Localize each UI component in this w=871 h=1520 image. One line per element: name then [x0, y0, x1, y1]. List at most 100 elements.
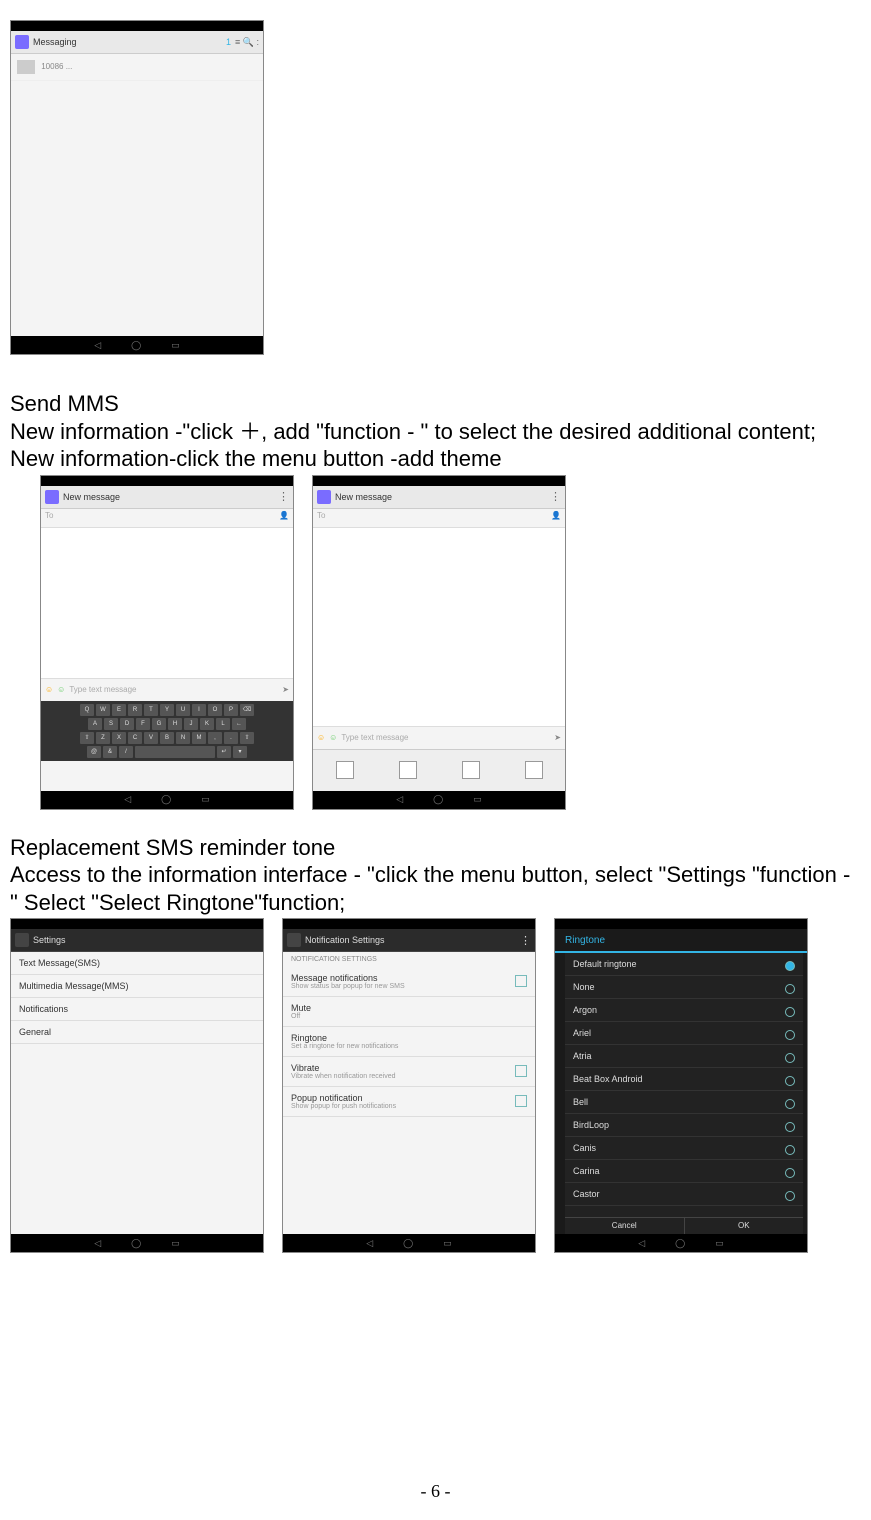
- attach-audio-icon: [462, 761, 480, 779]
- status-bar: [11, 919, 263, 929]
- overflow-icon: ⋮: [550, 490, 561, 503]
- overflow-icon: ⋮: [520, 934, 531, 947]
- section-header: NOTIFICATION SETTINGS: [283, 952, 535, 967]
- radio-icon: [785, 1076, 795, 1086]
- list-item: Carina: [565, 1160, 803, 1183]
- list-item: Bell: [565, 1091, 803, 1114]
- checkbox-icon: [515, 1095, 527, 1107]
- list-item: Atria: [565, 1045, 803, 1068]
- app-bar: New message ⋮: [41, 486, 293, 509]
- recipient-bar: To👤: [313, 509, 565, 528]
- notif-items: Message notifications Show status bar po…: [283, 967, 535, 1117]
- list-item: Message notifications Show status bar po…: [283, 967, 535, 997]
- app-icon: [317, 490, 331, 504]
- avatar: [17, 60, 35, 74]
- screenshot-ringtone-picker: Ringtone Default ringtone None Argon Ari…: [554, 918, 808, 1253]
- radio-icon: [785, 1030, 795, 1040]
- list-item: Beat Box Android: [565, 1068, 803, 1091]
- app-bar: Settings: [11, 929, 263, 952]
- dialog-title: Ringtone: [559, 935, 803, 946]
- recipient-bar: To👤: [41, 509, 293, 528]
- app-icon: [45, 490, 59, 504]
- attach-other-icon: [525, 761, 543, 779]
- list-item: Mute Off: [283, 997, 535, 1027]
- list-item: Ringtone Set a ringtone for new notifica…: [283, 1027, 535, 1057]
- nav-bar: ◁◯▭: [11, 336, 263, 354]
- checkbox-icon: [515, 1065, 527, 1077]
- status-bar: [283, 919, 535, 929]
- radio-icon: [785, 1122, 795, 1132]
- list-item: Vibrate Vibrate when notification receiv…: [283, 1057, 535, 1087]
- attachment-bar: [313, 749, 565, 790]
- app-bar: Notification Settings ⋮: [283, 929, 535, 952]
- attach-video-icon: [399, 761, 417, 779]
- list-item: Canis: [565, 1137, 803, 1160]
- list-item: Ariel: [565, 1022, 803, 1045]
- app-title: New message: [335, 492, 546, 502]
- app-title: New message: [63, 492, 274, 502]
- radio-icon: [785, 1145, 795, 1155]
- list-item: General: [11, 1021, 263, 1044]
- nav-bar: ◁◯▭: [555, 1234, 807, 1252]
- ok-button: OK: [685, 1218, 804, 1234]
- dialog-buttons: Cancel OK: [565, 1217, 803, 1234]
- app-title: Messaging: [33, 37, 222, 47]
- list-item: BirdLoop: [565, 1114, 803, 1137]
- input-bar: ☺☺ Type text message ➤: [313, 726, 565, 749]
- input-hint: Type text message: [341, 733, 408, 742]
- list-item: None: [565, 976, 803, 999]
- attach-camera-icon: [336, 761, 354, 779]
- heading-replacement-tone: Replacement SMS reminder tone: [10, 834, 861, 862]
- overflow-icon: ⋮: [278, 490, 289, 503]
- conversation-row: 10086 ...: [11, 54, 263, 81]
- checkbox-icon: [515, 975, 527, 987]
- radio-icon: [785, 1191, 795, 1201]
- para-access-settings-ringtone: Access to the information interface - "c…: [10, 861, 861, 916]
- screenshot-compose-keyboard: New message ⋮ To👤 ☺☺ Type text message ➤…: [40, 475, 294, 810]
- screenshot-messaging-list: Messaging 1 ≡ 🔍 : 10086 ... ◁◯▭: [10, 20, 264, 355]
- unread-badge: 1: [226, 37, 231, 47]
- status-bar: [41, 476, 293, 486]
- dialog-title-bar: Ringtone: [555, 929, 807, 953]
- message-body-area: [41, 528, 293, 678]
- para-new-info-theme: New information-click the menu button -a…: [10, 445, 861, 473]
- app-icon: [15, 933, 29, 947]
- list-item: Argon: [565, 999, 803, 1022]
- list-item: Multimedia Message(MMS): [11, 975, 263, 998]
- radio-icon: [785, 961, 795, 971]
- nav-bar: ◁◯▭: [283, 1234, 535, 1252]
- cancel-button: Cancel: [565, 1218, 685, 1234]
- app-icon: [287, 933, 301, 947]
- status-bar: [313, 476, 565, 486]
- status-bar: [555, 919, 807, 929]
- radio-icon: [785, 1053, 795, 1063]
- para-new-info-add: New information -"click ＋, add "function…: [10, 418, 861, 446]
- list-item: Text Message(SMS): [11, 952, 263, 975]
- input-hint: Type text message: [69, 685, 136, 694]
- list-item: Default ringtone: [565, 953, 803, 976]
- input-bar: ☺☺ Type text message ➤: [41, 678, 293, 701]
- action-icons: ≡ 🔍 :: [235, 37, 259, 48]
- app-title: Notification Settings: [305, 935, 516, 945]
- app-bar: New message ⋮: [313, 486, 565, 509]
- conversation-preview: 10086 ...: [41, 62, 72, 71]
- nav-bar: ◁◯▭: [11, 1234, 263, 1252]
- list-item: Popup notification Show popup for push n…: [283, 1087, 535, 1117]
- page-number: - 6 -: [0, 1481, 871, 1502]
- status-bar: [11, 21, 263, 31]
- list-item: Castor: [565, 1183, 803, 1206]
- list-item: Notifications: [11, 998, 263, 1021]
- heading-send-mms: Send MMS: [10, 390, 861, 418]
- radio-icon: [785, 1168, 795, 1178]
- radio-icon: [785, 1007, 795, 1017]
- soft-keyboard: QWERTYUIOP⌫ ASDFGHJKL← ⇧ZXCVBNM,.⇧ @&/ ↵…: [41, 701, 293, 761]
- screenshot-compose-attach: New message ⋮ To👤 ☺☺ Type text message ➤: [312, 475, 566, 810]
- screenshot-settings-list: Settings Text Message(SMS) Multimedia Me…: [10, 918, 264, 1253]
- radio-icon: [785, 1099, 795, 1109]
- message-body-area: [313, 528, 565, 726]
- app-title: Settings: [33, 935, 259, 945]
- app-icon: [15, 35, 29, 49]
- radio-icon: [785, 984, 795, 994]
- screenshot-notification-settings: Notification Settings ⋮ NOTIFICATION SET…: [282, 918, 536, 1253]
- contact-icon: 👤: [551, 511, 561, 525]
